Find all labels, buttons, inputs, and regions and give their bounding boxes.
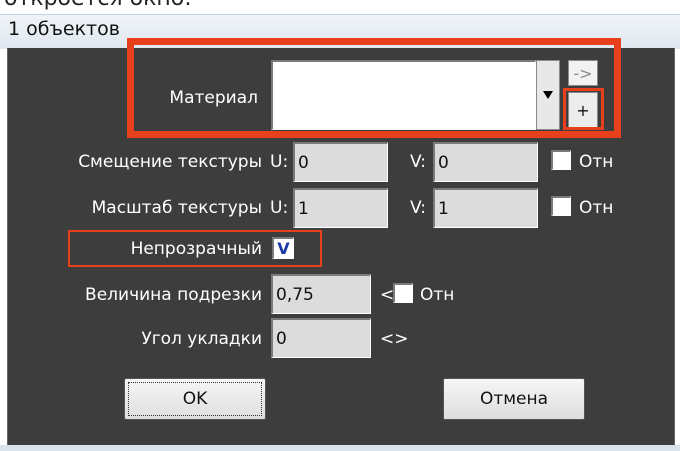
ok-button[interactable]: OK [124, 378, 266, 420]
window-title: 1 объектов [8, 18, 120, 40]
opaque-label: Непрозрачный [130, 239, 262, 259]
texture-offset-u-label: U: [270, 152, 289, 172]
texture-offset-relative-label: Отн [579, 152, 614, 172]
texture-scale-label: Масштаб текстуры [91, 198, 262, 218]
material-add-button[interactable]: + [568, 92, 598, 128]
texture-scale-relative-label: Отн [579, 198, 614, 218]
texture-scale-v-input[interactable] [433, 188, 538, 228]
caption-text: откроется окно: [4, 0, 192, 11]
triangle-down-icon [543, 91, 553, 99]
texture-scale-v-label: V: [410, 198, 426, 218]
material-arrow-button[interactable]: -> [568, 60, 598, 86]
texture-scale-relative-checkbox[interactable] [551, 196, 571, 216]
focus-rectangle [128, 382, 262, 416]
cancel-button-label: Отмена [479, 389, 549, 409]
material-label: Материал [169, 88, 258, 108]
opaque-checkbox[interactable]: V [272, 237, 294, 259]
trim-input[interactable] [271, 274, 371, 314]
texture-scale-u-input[interactable] [293, 188, 388, 228]
material-field[interactable] [271, 60, 536, 130]
laying-angle-suffix: <> [380, 329, 409, 349]
page-caption: откроется окно: [4, 0, 324, 14]
trim-relative-checkbox[interactable] [393, 283, 413, 303]
laying-angle-label: Угол укладки [141, 329, 262, 349]
texture-offset-u-input[interactable] [293, 142, 388, 182]
texture-scale-u-label: U: [270, 198, 289, 218]
material-dropdown-button[interactable] [536, 60, 560, 130]
trim-label: Величина подрезки [85, 285, 262, 305]
laying-angle-input[interactable] [271, 318, 371, 358]
cancel-button[interactable]: Отмена [443, 378, 585, 420]
texture-offset-v-label: V: [410, 152, 426, 172]
texture-offset-relative-checkbox[interactable] [551, 150, 571, 170]
window-bottom-edge [0, 445, 680, 451]
trim-relative-label: Отн [420, 285, 455, 305]
texture-offset-v-input[interactable] [433, 142, 538, 182]
window-titlebar[interactable]: 1 объектов [0, 14, 680, 49]
texture-offset-label: Смещение текстуры [78, 152, 262, 172]
